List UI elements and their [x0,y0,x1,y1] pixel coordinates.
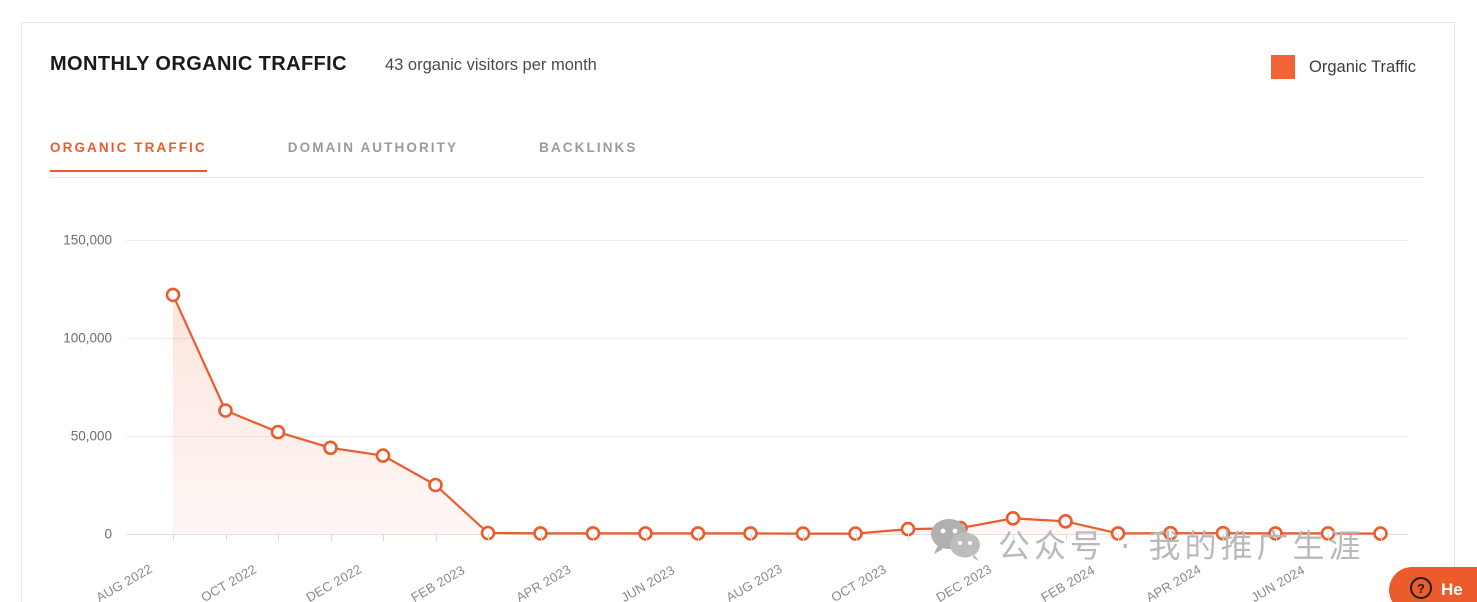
x-axis-tick-label: FEB 2023 [408,562,468,602]
x-axis-tick-label: DEC 2023 [933,561,995,602]
data-point-marker[interactable] [953,520,968,536]
data-point-marker[interactable] [323,440,338,456]
help-button[interactable]: ? He [1389,567,1477,602]
x-axis-tick [803,534,804,541]
x-axis-tick-label: APR 2024 [1143,561,1204,602]
chart-legend: Organic Traffic [1271,55,1416,79]
x-axis-tick [278,534,279,541]
x-axis-tick [488,534,489,541]
x-axis-tick [1013,534,1014,541]
x-axis-tick [1065,534,1067,541]
data-point-marker[interactable] [165,287,181,303]
data-point-marker[interactable] [270,424,286,440]
tab-bar: ORGANIC TRAFFIC DOMAIN AUTHORITY BACKLIN… [50,133,1424,178]
tab-organic-traffic[interactable]: ORGANIC TRAFFIC [50,133,207,172]
area-fill [173,294,1381,534]
question-circle-icon: ? [1409,576,1433,602]
x-axis-tick [750,534,752,541]
data-point-marker[interactable] [218,403,233,418]
x-axis-tick [540,534,542,541]
x-axis-tick [908,534,909,541]
x-axis-tick [1118,534,1119,541]
data-point-marker[interactable] [428,477,443,493]
x-axis-tick-label: JUN 2024 [1248,562,1308,602]
x-axis-tick [1275,534,1277,541]
line-series-svg [165,287,1388,541]
data-point-marker[interactable] [375,448,391,463]
tab-domain-authority[interactable]: DOMAIN AUTHORITY [288,133,458,171]
x-axis-tick-label: APR 2023 [513,561,574,602]
x-axis-tick [1328,534,1329,541]
x-axis-tick [593,534,594,541]
data-point-marker[interactable] [1005,510,1021,526]
x-axis-tick-label: OCT 2023 [828,561,889,602]
x-axis-tick [960,534,962,541]
x-axis-tick-label: FEB 2024 [1038,562,1098,602]
chart-plot-area[interactable]: 150,000 100,000 50,000 0 AUG 2022 OCT 202… [63,233,1408,602]
help-button-label: He [1441,580,1463,599]
x-axis-tick [330,534,332,541]
y-axis-tick-label: 50,000 [70,428,112,444]
x-axis-tick-label: AUG 2022 [93,560,155,602]
x-axis-tick [698,534,699,541]
organic-traffic-card: MONTHLY ORGANIC TRAFFIC 43 organic visit… [21,22,1455,602]
x-axis-tick [173,534,174,541]
screen: MONTHLY ORGANIC TRAFFIC 43 organic visit… [0,0,1477,602]
x-axis-tick-label: JUN 2023 [618,562,678,602]
svg-text:?: ? [1417,581,1425,596]
x-axis-tick-label: OCT 2022 [198,561,259,602]
x-axis-tick [435,534,437,541]
data-point-marker[interactable] [1058,513,1073,529]
legend-item-label: Organic Traffic [1309,57,1416,76]
x-axis-tick [225,534,227,541]
x-axis-tick [645,534,647,541]
chart-container: 150,000 100,000 50,000 0 AUG 2022 OCT 202… [22,188,1456,602]
page-title: MONTHLY ORGANIC TRAFFIC [50,53,347,75]
card-header: MONTHLY ORGANIC TRAFFIC 43 organic visit… [22,23,1454,115]
x-axis-tick [855,534,857,541]
x-axis-tick [1223,534,1224,541]
y-axis-tick-label: 150,000 [63,232,112,248]
card-subtitle: 43 organic visitors per month [385,56,597,74]
x-axis-tick [1170,534,1172,541]
tab-backlinks[interactable]: BACKLINKS [539,133,637,171]
y-axis-tick-label: 100,000 [63,330,112,346]
y-axis-tick-label: 0 [104,526,112,542]
x-axis-tick-label: DEC 2022 [303,561,365,602]
legend-swatch-icon [1271,55,1296,79]
x-axis-tick [1380,534,1382,541]
x-axis-tick-label: AUG 2023 [723,560,785,602]
x-axis-tick [383,534,384,541]
